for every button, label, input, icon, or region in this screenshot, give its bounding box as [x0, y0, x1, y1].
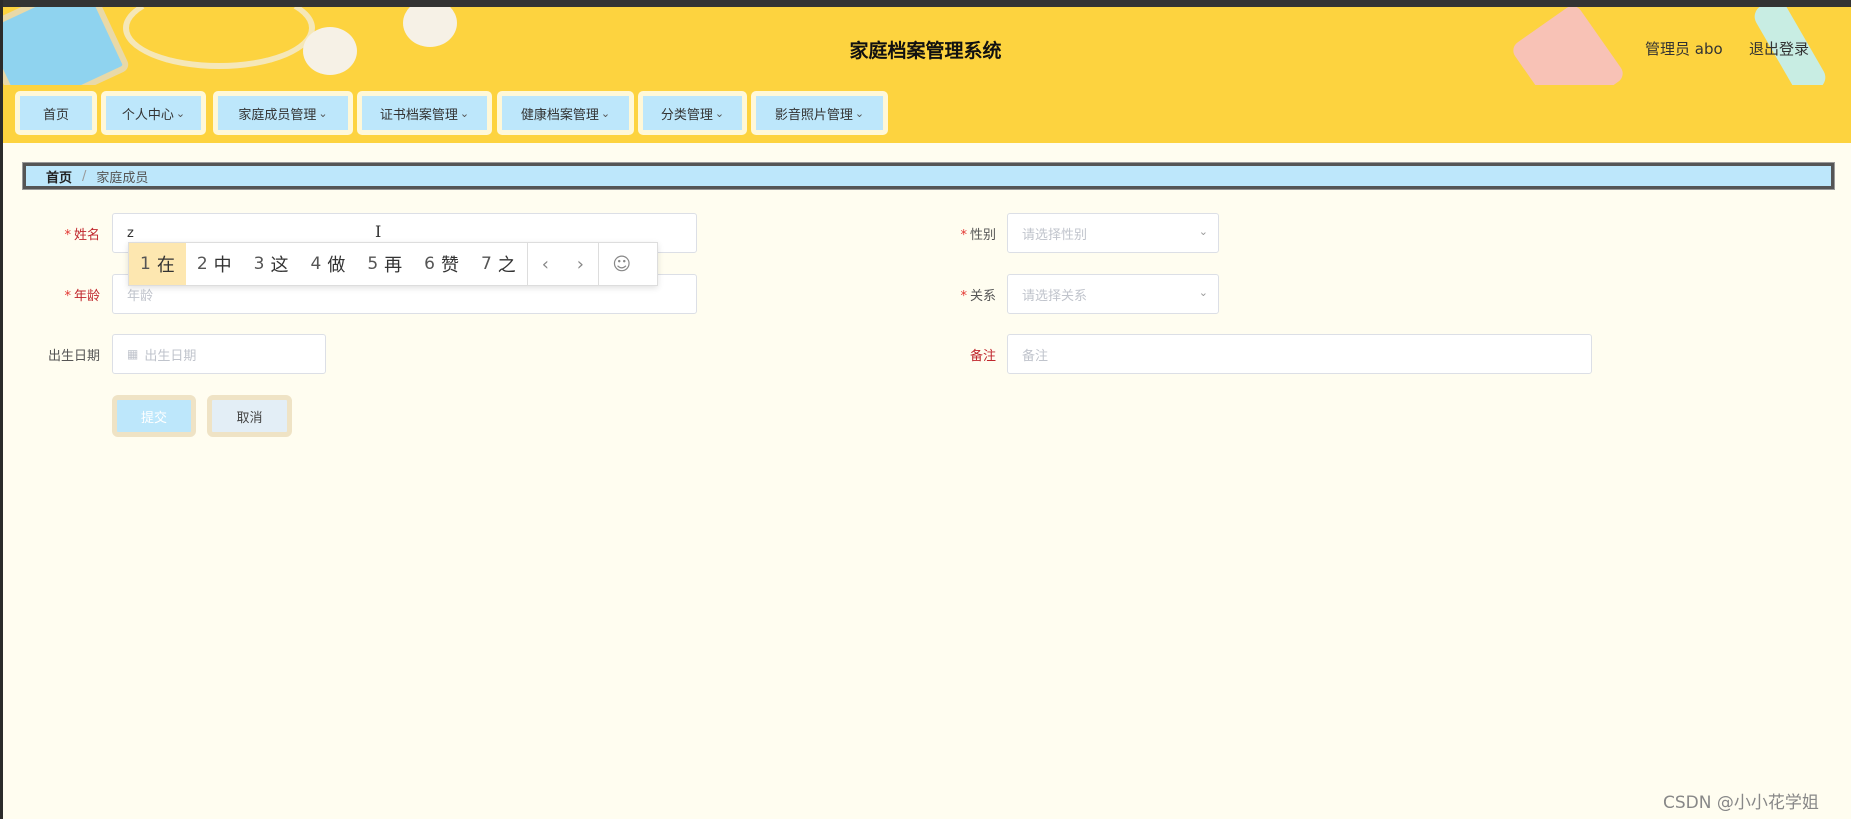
calendar-icon: ▦	[127, 347, 139, 361]
age-label: * 年龄	[64, 289, 100, 304]
birthday-placeholder: 出生日期	[144, 348, 197, 364]
nav-label: 健康档案管理	[520, 107, 599, 123]
nav-media-photos[interactable]: 影音照片管理 ⌄	[751, 91, 888, 135]
breadcrumb-home[interactable]: 首页	[46, 167, 72, 186]
name-label: * 姓名	[64, 228, 100, 243]
ime-candidate[interactable]: 4做	[299, 243, 356, 285]
required-mark: *	[64, 289, 71, 304]
remark-input[interactable]: 备注	[1007, 334, 1592, 374]
nav-certificates[interactable]: 证书档案管理 ⌄	[357, 91, 492, 135]
chevron-down-icon: ⌄	[600, 106, 611, 120]
window-top-border	[0, 0, 1851, 7]
remark-placeholder: 备注	[1022, 348, 1049, 364]
nav-home[interactable]: 首页	[15, 91, 97, 135]
breadcrumb: 首页 / 家庭成员	[22, 162, 1835, 190]
ime-candidate[interactable]: 1在	[129, 243, 186, 285]
chevron-down-icon: ⌄	[175, 106, 186, 120]
required-mark: *	[960, 289, 967, 304]
gender-select[interactable]: 请选择性别 ⌄	[1007, 213, 1219, 253]
cancel-button[interactable]: 取消	[207, 395, 292, 437]
ime-emoji-icon[interactable]: ☺	[599, 243, 645, 285]
chevron-down-icon: ⌄	[714, 106, 725, 120]
nav-label: 影音照片管理	[774, 107, 853, 123]
nav-personal-center[interactable]: 个人中心 ⌄	[101, 91, 206, 135]
app-title: 家庭档案管理系统	[849, 40, 1002, 62]
nav-family-members[interactable]: 家庭成员管理 ⌄	[213, 91, 353, 135]
breadcrumb-current: 家庭成员	[96, 170, 149, 186]
main-nav: 首页 个人中心 ⌄ 家庭成员管理 ⌄ 证书档案管理 ⌄ 健康档案管理 ⌄ 分类管理 ⌄ 影…	[3, 85, 1851, 143]
ime-candidate[interactable]: 7之	[470, 243, 527, 285]
text-cursor-icon: I	[375, 222, 382, 241]
relation-placeholder: 请选择关系	[1022, 288, 1088, 304]
breadcrumb-separator: /	[82, 168, 87, 184]
current-user: 管理员 abo	[1645, 40, 1723, 58]
birthday-label: 出生日期	[47, 349, 100, 364]
ime-candidate-bar: 1在 2中 3这 4做 5再 6赞 7之 ‹ › ☺	[128, 242, 658, 286]
ime-next-page-icon[interactable]: ›	[563, 243, 598, 285]
nav-categories[interactable]: 分类管理 ⌄	[638, 91, 747, 135]
chevron-down-icon: ⌄	[318, 106, 328, 120]
required-mark: *	[960, 228, 967, 243]
gender-placeholder: 请选择性别	[1022, 227, 1088, 243]
nav-label: 分类管理	[660, 107, 713, 123]
nav-label: 首页	[42, 107, 69, 123]
remark-label: 备注	[969, 349, 996, 364]
chevron-down-icon: ⌄	[854, 106, 865, 120]
nav-label: 个人中心	[121, 107, 174, 123]
birthday-picker[interactable]: ▦ 出生日期	[112, 334, 326, 374]
ime-prev-page-icon[interactable]: ‹	[528, 243, 563, 285]
nav-label: 家庭成员管理	[238, 107, 317, 123]
chevron-down-icon: ⌄	[1198, 225, 1208, 238]
logout-link[interactable]: 退出登录	[1749, 38, 1809, 59]
ime-candidate[interactable]: 3这	[243, 243, 300, 285]
ime-candidate[interactable]: 5再	[356, 243, 413, 285]
watermark: CSDN @小小花学姐	[1663, 793, 1819, 813]
age-placeholder: 年龄	[127, 288, 154, 304]
relation-select[interactable]: 请选择关系 ⌄	[1007, 274, 1219, 314]
chevron-down-icon: ⌄	[459, 106, 470, 120]
submit-button[interactable]: 提交	[112, 395, 196, 437]
chevron-down-icon: ⌄	[1198, 286, 1208, 299]
required-mark: *	[64, 228, 71, 243]
relation-label: * 关系	[960, 289, 996, 304]
nav-health-records[interactable]: 健康档案管理 ⌄	[497, 91, 634, 135]
ime-candidate[interactable]: 6赞	[413, 243, 470, 285]
name-input-value: z	[127, 225, 134, 241]
nav-label: 证书档案管理	[379, 107, 458, 123]
gender-label: * 性别	[960, 228, 996, 243]
ime-candidate[interactable]: 2中	[186, 243, 243, 285]
